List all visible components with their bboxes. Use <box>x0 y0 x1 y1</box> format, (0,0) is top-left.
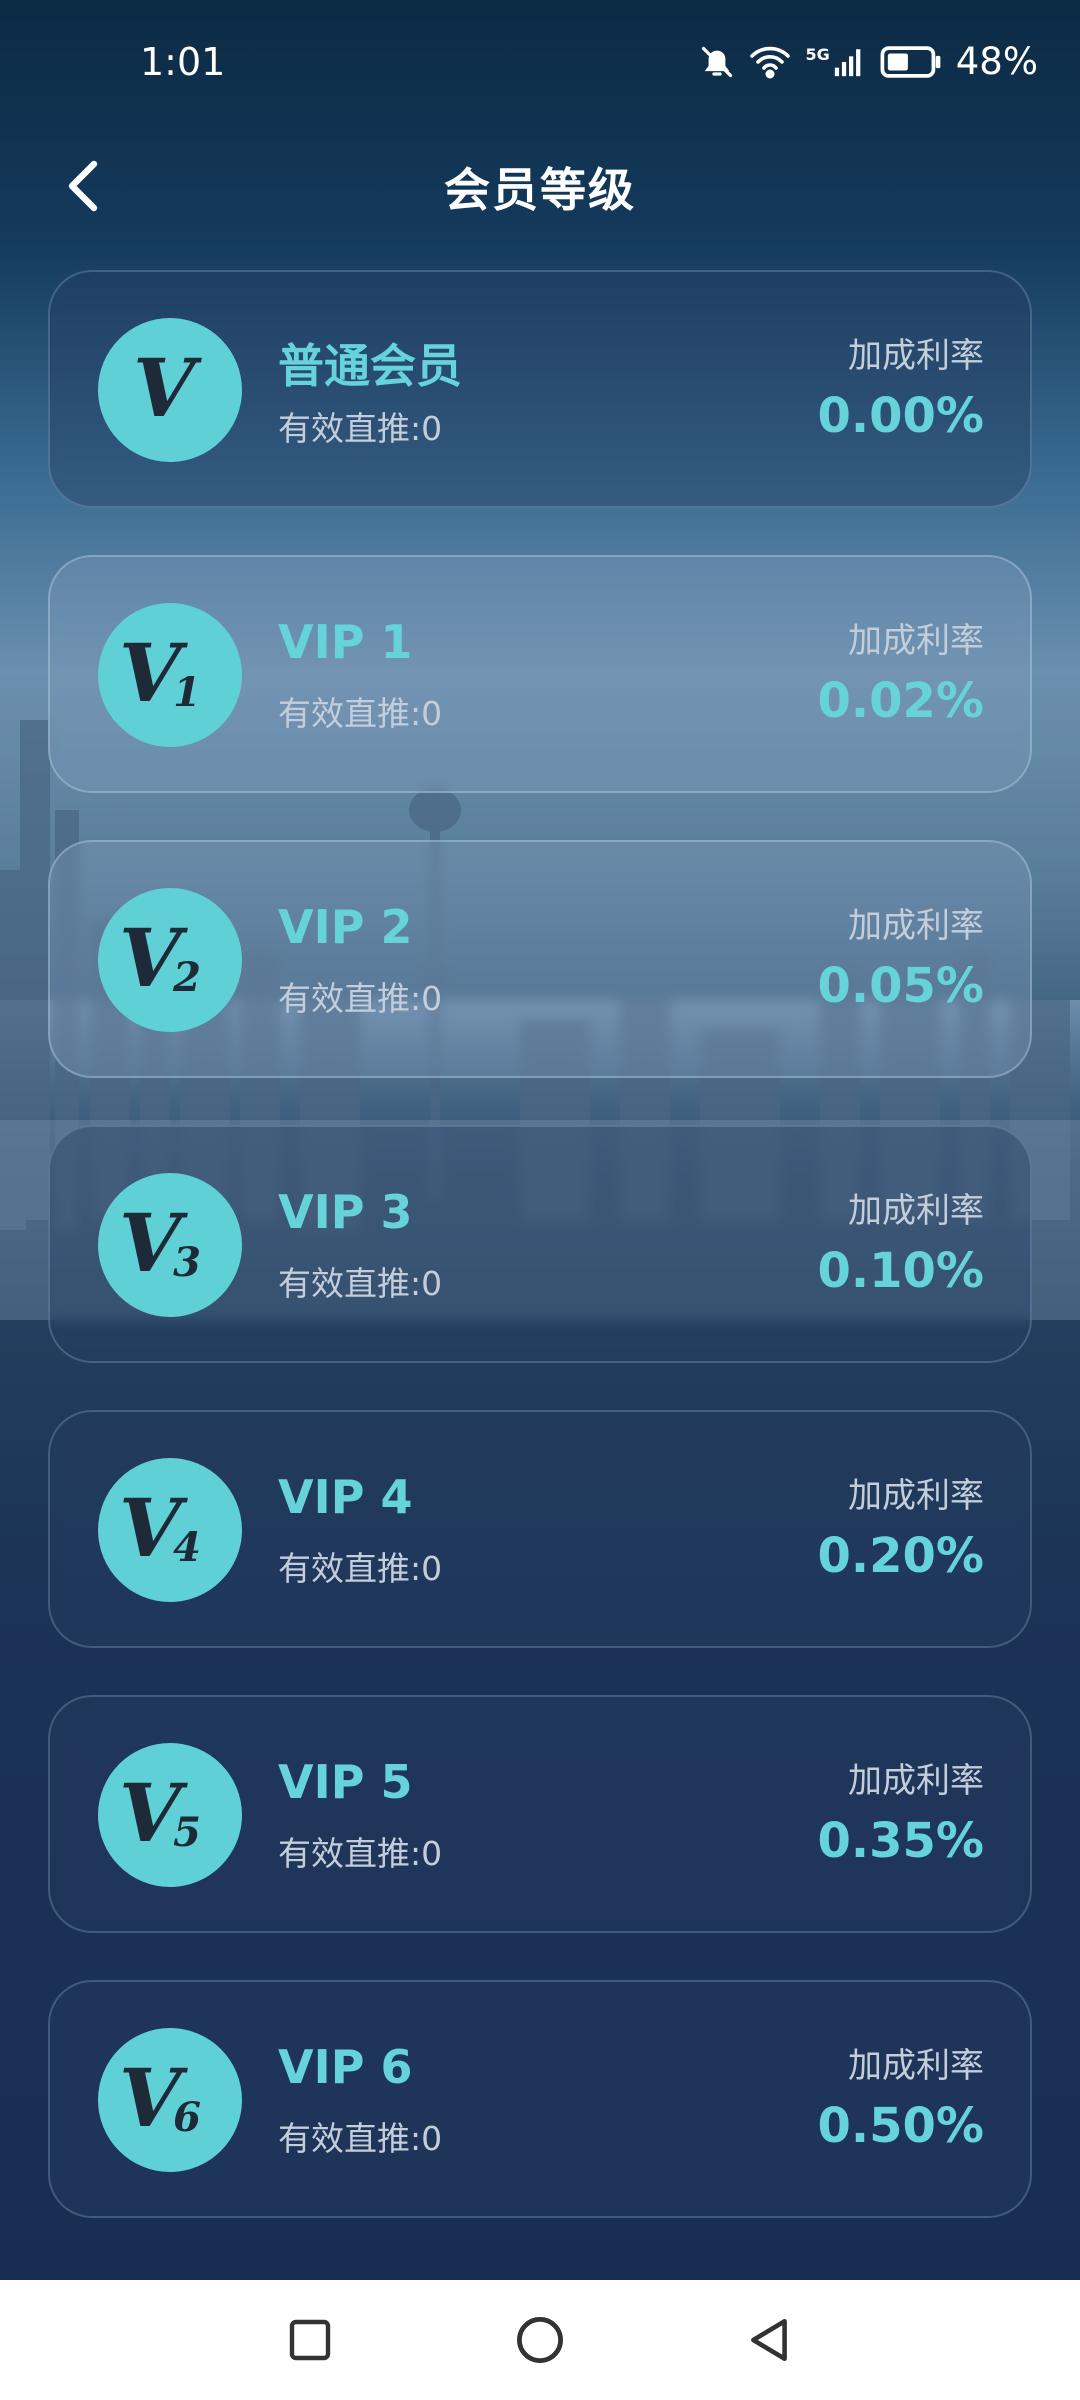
status-time: 1:01 <box>140 40 226 84</box>
valid-referrals: 有效直推:0 <box>278 694 443 733</box>
system-back-button[interactable] <box>738 2308 802 2372</box>
badge-level-number: 6 <box>173 2094 201 2141</box>
bonus-rate-value: 0.05% <box>817 958 984 1014</box>
bonus-rate-label: 加成利率 <box>848 1191 984 1231</box>
bonus-rate-label: 加成利率 <box>848 906 984 946</box>
level-badge-icon: V4 <box>98 1458 242 1602</box>
badge-level-number: 5 <box>173 1809 201 1856</box>
badge-letter: V <box>119 1766 182 1860</box>
level-card[interactable]: V 6 VIP 6 有效直推:0 加成利率 0.50% <box>48 1980 1032 2218</box>
badge-level-number: 4 <box>173 1524 201 1571</box>
level-card[interactable]: V 4 VIP 4 有效直推:0 加成利率 0.20% <box>48 1410 1032 1648</box>
level-badge-icon: V1 <box>98 603 242 747</box>
navigation-bar <box>0 2280 1080 2400</box>
level-card[interactable]: V 3 VIP 3 有效直推:0 加成利率 0.10% <box>48 1125 1032 1363</box>
badge-letter: V <box>119 911 182 1005</box>
valid-referrals: 有效直推:0 <box>278 1264 443 1303</box>
badge-letter: V <box>119 1481 182 1575</box>
recents-button[interactable] <box>278 2308 342 2372</box>
status-bar: 1:01 5G 48% <box>0 0 1080 132</box>
level-card[interactable]: V 普通会员有效直推:0 加成利率 0.00% <box>48 270 1032 508</box>
level-name: VIP 6 <box>278 2040 413 2094</box>
level-badge-icon: V2 <box>98 888 242 1032</box>
badge-letter: V <box>119 1196 182 1290</box>
level-badge-icon: V3 <box>98 1173 242 1317</box>
level-name: VIP 4 <box>278 1470 413 1524</box>
header: 会员等级 <box>0 140 1080 232</box>
cellular-signal-icon: 5G <box>805 45 865 79</box>
screen: 1:01 5G 48% 会员等级 V 普通会员 有效直推:0 加成利率 0.00… <box>0 0 1080 2400</box>
bonus-rate-label: 加成利率 <box>848 2046 984 2086</box>
level-name: VIP 5 <box>278 1755 413 1809</box>
bonus-rate-value: 0.35% <box>817 1813 984 1869</box>
level-badge-icon: V6 <box>98 2028 242 2172</box>
bonus-rate-value: 0.50% <box>817 2098 984 2154</box>
bell-muted-icon <box>699 44 735 80</box>
network-type: 5G <box>805 44 830 64</box>
bonus-rate-label: 加成利率 <box>848 336 984 376</box>
level-list: V 普通会员 有效直推:0 加成利率 0.00% V 1 VIP 1 有效直推:0 加成利率 0.0… <box>48 270 1032 2265</box>
valid-referrals: 有效直推:0 <box>278 979 443 1018</box>
level-card[interactable]: V 2 VIP 2 有效直推:0 加成利率 0.05% <box>48 840 1032 1078</box>
level-card[interactable]: V 1 VIP 1 有效直推:0 加成利率 0.02% <box>48 555 1032 793</box>
battery-icon <box>880 45 942 79</box>
level-badge-icon: V5 <box>98 1743 242 1887</box>
level-name: 普通会员 <box>278 339 462 393</box>
badge-level-number: 1 <box>173 669 201 716</box>
battery-percent: 48% <box>955 40 1038 83</box>
badge-level-number: 2 <box>173 954 201 1001</box>
bonus-rate-label: 加成利率 <box>848 1761 984 1801</box>
valid-referrals: 有效直推:0 <box>278 1834 443 1873</box>
valid-referrals: 有效直推:0 <box>278 1549 443 1588</box>
bonus-rate-label: 加成利率 <box>848 1476 984 1516</box>
level-name: VIP 1 <box>278 615 413 669</box>
badge-letter: V <box>119 626 182 720</box>
bonus-rate-value: 0.02% <box>817 673 984 729</box>
circle-icon <box>517 2317 563 2363</box>
bonus-rate-value: 0.00% <box>817 388 984 444</box>
level-card[interactable]: V 5 VIP 5 有效直推:0 加成利率 0.35% <box>48 1695 1032 1933</box>
square-icon <box>289 2319 331 2361</box>
bonus-rate-value: 0.10% <box>817 1243 984 1299</box>
level-name: VIP 3 <box>278 1185 413 1239</box>
page-title: 会员等级 <box>444 163 636 217</box>
bonus-rate-label: 加成利率 <box>848 621 984 661</box>
valid-referrals: 有效直推:0 <box>278 2119 443 2158</box>
wifi-icon <box>749 44 791 80</box>
level-name: VIP 2 <box>278 900 413 954</box>
badge-letter: V <box>132 341 196 435</box>
triangle-back-icon <box>751 2318 787 2362</box>
status-icons: 5G 48% <box>699 40 1038 83</box>
bonus-rate-value: 0.20% <box>817 1528 984 1584</box>
home-button[interactable] <box>508 2308 572 2372</box>
badge-letter: V <box>119 2051 182 2145</box>
badge-level-number: 3 <box>173 1239 201 1286</box>
valid-referrals: 有效直推:0 <box>278 409 443 448</box>
level-badge-icon: V <box>98 318 242 462</box>
